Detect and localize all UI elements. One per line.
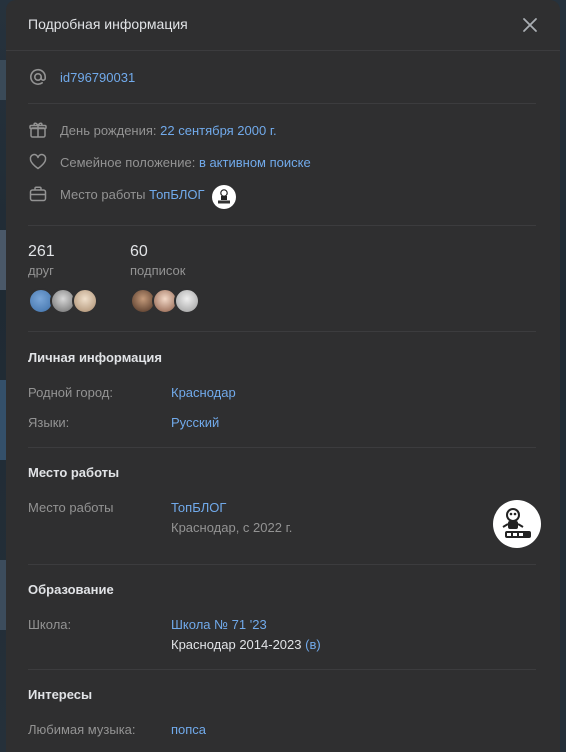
divider — [28, 225, 536, 226]
family-value-link[interactable]: в активном поиске — [199, 155, 311, 170]
school-link[interactable]: Школа № 71 '23 — [171, 617, 267, 632]
screen-name-link[interactable]: id796790031 — [60, 70, 135, 85]
subscriptions-label[interactable]: подписок — [130, 263, 185, 278]
work-value-link[interactable]: ТопБЛОГ — [149, 187, 204, 202]
music-label: Любимая музыка: — [28, 722, 136, 737]
school-detail: Краснодар 2014-2023 — [171, 637, 302, 652]
work-row: Место работы ТопБЛОГ — [60, 187, 205, 202]
languages-link[interactable]: Русский — [171, 415, 219, 430]
modal-header: Подробная информация — [6, 0, 560, 51]
interests-section-title: Интересы — [28, 687, 93, 702]
close-icon[interactable] — [518, 13, 542, 37]
at-icon — [30, 68, 47, 85]
school-label: Школа: — [28, 617, 72, 632]
friends-label[interactable]: друг — [28, 263, 54, 278]
family-row: Семейное положение: в активном поиске — [60, 155, 311, 170]
modal-title: Подробная информация — [28, 16, 188, 32]
personal-section-title: Личная информация — [28, 350, 162, 365]
languages-label: Языки: — [28, 415, 70, 430]
divider — [28, 331, 536, 332]
birthday-label: День рождения: — [60, 123, 157, 138]
music-link[interactable]: попса — [171, 722, 206, 737]
divider — [28, 103, 536, 104]
avatar[interactable] — [174, 288, 200, 314]
birthday-row: День рождения: 22 сентября 2000 г. — [60, 123, 277, 138]
divider — [28, 669, 536, 670]
friends-count[interactable]: 261 — [28, 243, 55, 261]
divider — [28, 564, 536, 565]
gift-icon — [29, 122, 47, 138]
avatar[interactable] — [72, 288, 98, 314]
briefcase-icon — [29, 186, 47, 202]
heart-icon — [29, 153, 47, 170]
school-detail-row: Краснодар 2014-2023 (в) — [171, 637, 321, 652]
company-logo-large[interactable] — [493, 500, 541, 548]
divider — [28, 447, 536, 448]
profile-details-modal: Подробная информация id796790031 День ро… — [6, 0, 560, 752]
work-label: Место работы — [60, 187, 146, 202]
career-company-link[interactable]: ТопБЛОГ — [171, 500, 226, 515]
birthday-value-link[interactable]: 22 сентября 2000 г. — [160, 123, 276, 138]
family-label: Семейное положение: — [60, 155, 196, 170]
career-location: Краснодар, с 2022 г. — [171, 520, 293, 535]
subscriptions-count[interactable]: 60 — [130, 243, 148, 261]
education-section-title: Образование — [28, 582, 114, 597]
hometown-label: Родной город: — [28, 385, 113, 400]
hometown-link[interactable]: Краснодар — [171, 385, 236, 400]
school-class-link[interactable]: (в) — [305, 637, 321, 652]
career-section-title: Место работы — [28, 465, 120, 480]
career-label: Место работы — [28, 500, 114, 515]
company-logo-small[interactable] — [212, 185, 236, 209]
